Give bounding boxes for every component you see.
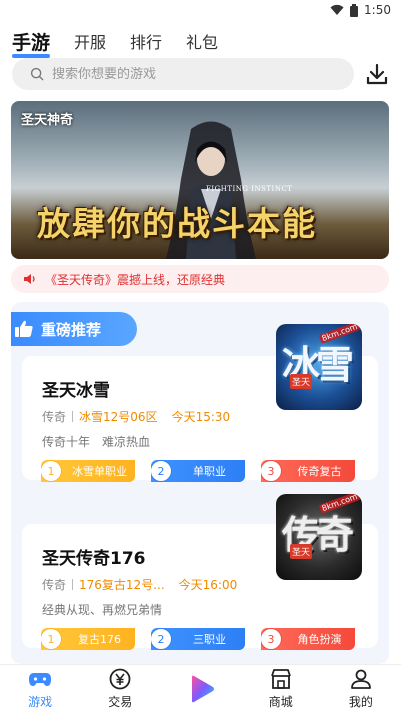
- game-tags: 1 冰雪单职业 2 单职业 3 传奇复古: [41, 460, 355, 482]
- game-logo[interactable]: 传奇 圣天 8km.com: [276, 494, 362, 580]
- nav-item-trade[interactable]: 交易: [80, 665, 160, 712]
- nav-label: 商城: [268, 695, 293, 709]
- tag-label: 冰雪单职业: [72, 465, 127, 478]
- game-logo-badge: 圣天: [290, 374, 313, 389]
- nav-item-games[interactable]: 游戏: [0, 665, 80, 712]
- game-description: 传奇十年 难凉热血: [42, 435, 151, 449]
- bottom-navigation: 游戏 交易 商城 我的: [0, 664, 401, 712]
- announcement-bar[interactable]: 《圣天传奇》震撼上线，还原经典: [11, 265, 389, 293]
- top-tabs: 手游 开服 排行 礼包: [12, 26, 218, 58]
- tab-server-open[interactable]: 开服: [74, 32, 106, 54]
- tab-ranking[interactable]: 排行: [130, 32, 162, 54]
- recommend-title: 重磅推荐: [41, 320, 102, 339]
- nav-item-store[interactable]: 商城: [241, 665, 321, 712]
- nav-item-center[interactable]: [160, 665, 240, 712]
- game-tag: 3 角色扮演: [261, 628, 355, 650]
- tag-number: 2: [151, 628, 172, 650]
- tab-mobile-games[interactable]: 手游: [12, 32, 51, 58]
- tag-number: 1: [41, 628, 62, 650]
- tag-number: 3: [261, 628, 282, 650]
- gamepad-icon: [29, 673, 52, 686]
- tag-number: 2: [151, 460, 172, 482]
- play-logo-icon: [191, 675, 214, 702]
- tab-gift-pack[interactable]: 礼包: [186, 32, 218, 54]
- game-server: 冰雪12号06区: [79, 410, 158, 424]
- status-time: 1:50: [364, 3, 391, 17]
- search-input[interactable]: [52, 66, 332, 82]
- store-icon: [270, 669, 291, 689]
- nav-label: 我的: [348, 695, 373, 709]
- game-category: 传奇: [42, 578, 67, 592]
- tag-label: 传奇复古: [297, 465, 342, 478]
- recommend-header: 重磅推荐: [11, 312, 137, 346]
- search-icon: [30, 67, 44, 81]
- speaker-icon: [24, 274, 35, 284]
- tag-label: 三职业: [193, 633, 226, 646]
- nav-item-profile[interactable]: 我的: [321, 665, 401, 712]
- wifi-icon: [330, 4, 344, 15]
- game-tag: 3 传奇复古: [261, 460, 355, 482]
- yen-coin-icon: [109, 668, 131, 690]
- game-category: 传奇: [42, 410, 67, 424]
- game-meta: 传奇 冰雪12号06区 今天15:30: [42, 408, 230, 425]
- status-bar: 1:50: [0, 0, 401, 22]
- game-tag: 2 三职业: [151, 628, 245, 650]
- banner-subtitle: FIGHTING INSTINCT: [206, 185, 293, 193]
- nav-label: 游戏: [28, 695, 53, 709]
- search-bar[interactable]: [12, 58, 354, 90]
- game-tag: 2 单职业: [151, 460, 245, 482]
- game-open-time: 今天15:30: [171, 410, 231, 424]
- game-logo[interactable]: 冰雪 圣天 8km.com: [276, 324, 362, 410]
- user-icon: [351, 669, 371, 689]
- game-tag: 1 冰雪单职业: [41, 460, 135, 482]
- game-server: 176复古12号...: [79, 578, 165, 592]
- meta-divider: [72, 579, 74, 590]
- game-name: 圣天传奇176: [42, 549, 146, 569]
- game-tag: 1 复古176: [41, 628, 135, 650]
- tag-label: 复古176: [78, 633, 121, 646]
- tag-label: 角色扮演: [297, 633, 342, 646]
- status-icons: 1:50: [330, 3, 391, 17]
- game-name: 圣天冰雪: [42, 381, 110, 401]
- meta-divider: [72, 411, 74, 422]
- game-tags: 1 复古176 2 三职业 3 角色扮演: [41, 628, 355, 650]
- game-logo-badge: 圣天: [290, 544, 313, 559]
- banner-game-logo: 圣天神奇: [21, 113, 74, 128]
- announcement-text: 《圣天传奇》震撼上线，还原经典: [45, 272, 226, 287]
- download-icon[interactable]: [366, 63, 388, 85]
- battery-icon: [350, 3, 359, 17]
- promo-banner[interactable]: 圣天神奇 FIGHTING INSTINCT 放肆你的战斗本能: [11, 101, 389, 259]
- nav-label: 交易: [108, 695, 133, 709]
- game-open-time: 今天16:00: [178, 578, 238, 592]
- banner-slogan: 放肆你的战斗本能: [37, 204, 317, 243]
- tag-number: 1: [41, 460, 62, 482]
- thumbs-up-icon: [15, 320, 33, 337]
- tag-label: 单职业: [193, 465, 226, 478]
- tag-number: 3: [261, 460, 282, 482]
- game-meta: 传奇 176复古12号... 今天16:00: [42, 576, 237, 593]
- game-description: 经典从现、再燃兄弟情: [42, 603, 163, 617]
